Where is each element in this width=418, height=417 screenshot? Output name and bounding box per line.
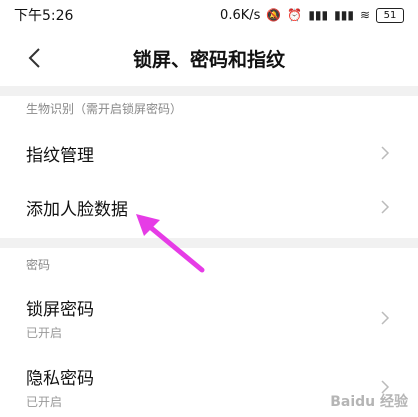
row-title: 添加人脸数据 bbox=[26, 199, 128, 220]
row-texts: 锁屏密码 已开启 bbox=[26, 295, 94, 341]
row-title: 锁屏密码 bbox=[26, 300, 94, 320]
section-label-biometric: 生物识别（需开启锁屏密码） bbox=[26, 102, 183, 116]
page-title: 锁屏、密码和指纹 bbox=[132, 48, 285, 71]
fingerprint-management-row[interactable]: 指纹管理 bbox=[0, 130, 418, 176]
section-label-password: 密码 bbox=[26, 258, 51, 272]
lock-screen-password-row[interactable]: 锁屏密码 已开启 bbox=[0, 288, 418, 348]
chevron-right-icon bbox=[381, 200, 390, 214]
add-face-data-row[interactable]: 添加人脸数据 bbox=[0, 184, 418, 230]
section-divider bbox=[0, 86, 418, 96]
row-title: 指纹管理 bbox=[26, 145, 94, 166]
row-title: 隐私密码 bbox=[26, 369, 94, 389]
network-speed: 0.6K/s bbox=[220, 7, 261, 23]
section-divider bbox=[0, 238, 418, 248]
signal-icon-2: ▮▮▮ bbox=[334, 8, 354, 22]
mute-icon: 🔕 bbox=[266, 8, 282, 22]
chevron-right-icon bbox=[381, 311, 390, 325]
row-texts: 隐私密码 已开启 bbox=[26, 364, 94, 410]
back-button[interactable] bbox=[14, 36, 54, 80]
chevron-right-icon bbox=[381, 146, 390, 160]
row-subtitle: 已开启 bbox=[26, 326, 63, 340]
status-icons: 0.6K/s 🔕 ⏰ ▮▮▮ ▮▮▮ ≋ 51 bbox=[220, 7, 404, 23]
status-time: 下午5:26 bbox=[14, 8, 74, 24]
row-subtitle: 已开启 bbox=[26, 395, 63, 409]
battery-icon: 51 bbox=[376, 7, 404, 23]
watermark: Baidu 经验 bbox=[330, 394, 408, 410]
alarm-icon: ⏰ bbox=[287, 8, 303, 22]
back-arrow-icon bbox=[28, 48, 40, 68]
status-bar: 下午5:26 0.6K/s 🔕 ⏰ ▮▮▮ ▮▮▮ ≋ 51 bbox=[0, 0, 418, 30]
signal-icon: ▮▮▮ bbox=[308, 8, 329, 22]
wifi-icon: ≋ bbox=[359, 8, 370, 22]
header: 锁屏、密码和指纹 bbox=[0, 36, 418, 80]
